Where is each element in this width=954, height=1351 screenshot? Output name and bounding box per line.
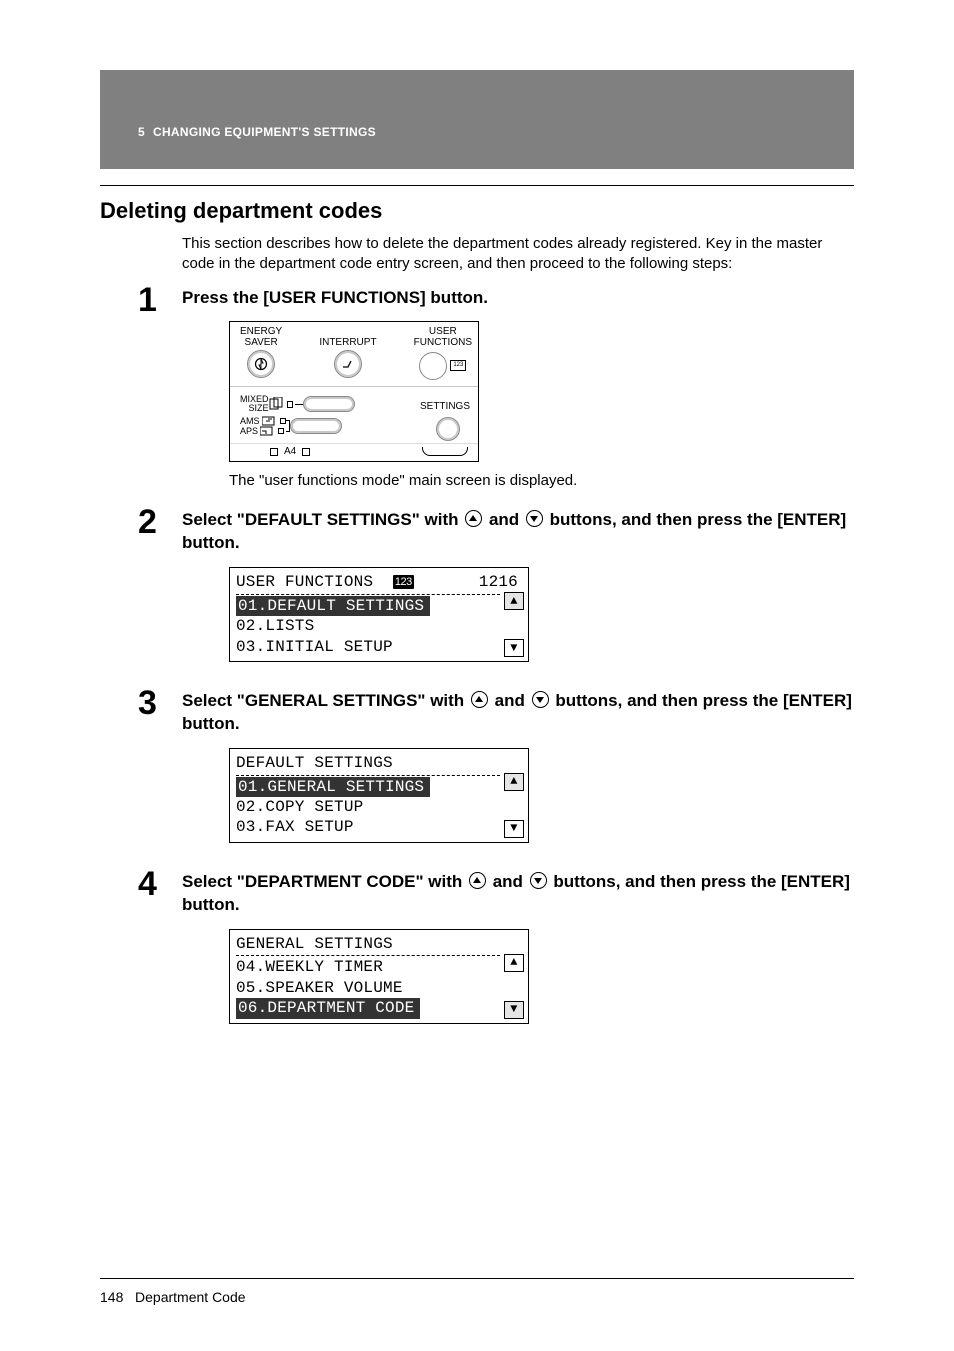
- down-arrow-icon: [530, 872, 547, 889]
- panel-bottom: A4: [230, 443, 478, 461]
- lcd-title-line: GENERAL SETTINGS: [234, 934, 528, 954]
- settings-button: [436, 417, 460, 441]
- up-arrow-icon: [469, 872, 486, 889]
- step-2-figure: USER FUNCTIONS 123 1216 01.DEFAULT SETTI…: [229, 567, 854, 662]
- user-functions-123-icon: 123: [450, 360, 466, 371]
- up-arrow-icon: [465, 510, 482, 527]
- scroll-up-icon: ▲: [504, 773, 524, 791]
- page-number: 148: [100, 1289, 123, 1305]
- lcd-counter: 1216: [479, 572, 518, 592]
- lcd-title-line: DEFAULT SETTINGS: [234, 753, 528, 773]
- scroll-up-icon: ▲: [504, 954, 524, 972]
- step-3-instruction: Select "GENERAL SETTINGS" with and butto…: [182, 690, 854, 736]
- interrupt-button: INTERRUPT: [319, 327, 376, 380]
- lcd-screen-default-settings: DEFAULT SETTINGS 01.GENERAL SETTINGS 02.…: [229, 748, 529, 843]
- step-1: 1 Press the [USER FUNCTIONS] button. ENE…: [182, 287, 854, 490]
- 123-badge-icon: 123: [393, 575, 414, 589]
- chapter-label: 5 CHANGING EQUIPMENT'S SETTINGS: [138, 125, 854, 139]
- lcd-row: 03.FAX SETUP: [234, 817, 528, 837]
- step-1-figure: ENERGYSAVER INTERRUPT USERFUNCTIONS: [229, 321, 854, 462]
- lcd-row-selected: 01.GENERAL SETTINGS: [236, 777, 430, 797]
- step-number: 2: [138, 503, 157, 542]
- step-2: 2 Select "DEFAULT SETTINGS" with and but…: [182, 509, 854, 662]
- aps-icon: [260, 426, 274, 436]
- scroll-down-icon: ▼: [504, 639, 524, 657]
- step-1-instruction: Press the [USER FUNCTIONS] button.: [182, 287, 854, 310]
- scroll-up-icon: ▲: [504, 592, 524, 610]
- step-3-figure: DEFAULT SETTINGS 01.GENERAL SETTINGS 02.…: [229, 748, 854, 843]
- lcd-divider: [236, 955, 500, 956]
- lcd-row: 02.COPY SETUP: [234, 797, 528, 817]
- interrupt-icon: [334, 350, 362, 378]
- user-functions-circle: [419, 352, 447, 380]
- lcd-divider: [236, 594, 500, 595]
- user-functions-button: USERFUNCTIONS 123: [414, 327, 472, 380]
- step-number: 1: [138, 281, 157, 320]
- page-footer: 148 Department Code: [100, 1278, 854, 1305]
- energy-saver-icon: [247, 350, 275, 378]
- up-arrow-icon: [471, 691, 488, 708]
- step-3: 3 Select "GENERAL SETTINGS" with and but…: [182, 690, 854, 843]
- scroll-down-icon: ▼: [504, 1001, 524, 1019]
- section-divider: [100, 185, 854, 186]
- step-number: 3: [138, 684, 157, 723]
- mixed-size-icon: [269, 397, 285, 411]
- control-panel-figure: ENERGYSAVER INTERRUPT USERFUNCTIONS: [229, 321, 479, 462]
- lcd-title-line: USER FUNCTIONS 123 1216: [234, 572, 528, 592]
- scroll-down-icon: ▼: [504, 820, 524, 838]
- footer-label: Department Code: [135, 1289, 246, 1305]
- down-arrow-icon: [532, 691, 549, 708]
- panel-top-row: ENERGYSAVER INTERRUPT USERFUNCTIONS: [230, 322, 478, 387]
- step-4-instruction: Select "DEPARTMENT CODE" with and button…: [182, 871, 854, 917]
- lcd-screen-user-functions: USER FUNCTIONS 123 1216 01.DEFAULT SETTI…: [229, 567, 529, 662]
- lcd-row: 02.LISTS: [234, 616, 528, 636]
- energy-saver-button: ENERGYSAVER: [240, 327, 282, 380]
- lcd-screen-general-settings: GENERAL SETTINGS 04.WEEKLY TIMER 05.SPEA…: [229, 929, 529, 1024]
- step-1-caption: The "user functions mode" main screen is…: [229, 472, 854, 489]
- a4-label: A4: [284, 446, 296, 457]
- step-2-instruction: Select "DEFAULT SETTINGS" with and butto…: [182, 509, 854, 555]
- lcd-row: 04.WEEKLY TIMER: [234, 957, 528, 977]
- lcd-row: 03.INITIAL SETUP: [234, 637, 528, 657]
- step-4-figure: GENERAL SETTINGS 04.WEEKLY TIMER 05.SPEA…: [229, 929, 854, 1024]
- step-4: 4 Select "DEPARTMENT CODE" with and butt…: [182, 871, 854, 1024]
- chapter-title: CHANGING EQUIPMENT'S SETTINGS: [153, 125, 376, 139]
- down-arrow-icon: [526, 510, 543, 527]
- section-intro-text: This section describes how to delete the…: [182, 234, 844, 275]
- step-number: 4: [138, 865, 157, 904]
- chapter-number: 5: [138, 125, 145, 139]
- lcd-row: 05.SPEAKER VOLUME: [234, 978, 528, 998]
- section-title: Deleting department codes: [100, 198, 854, 224]
- lcd-divider: [236, 775, 500, 776]
- ams-aps-oval-button: [290, 418, 342, 434]
- settings-label: SETTINGS: [420, 401, 470, 412]
- ams-icon: [262, 416, 276, 426]
- lcd-row-selected: 06.DEPARTMENT CODE: [236, 998, 420, 1018]
- chapter-header: 5 CHANGING EQUIPMENT'S SETTINGS: [100, 70, 854, 169]
- mixed-size-oval-button: [303, 396, 355, 412]
- panel-middle: MIXEDSIZE AMS APS SETTING: [230, 387, 478, 443]
- lcd-row-selected: 01.DEFAULT SETTINGS: [236, 596, 430, 616]
- tray-icon: [422, 447, 468, 456]
